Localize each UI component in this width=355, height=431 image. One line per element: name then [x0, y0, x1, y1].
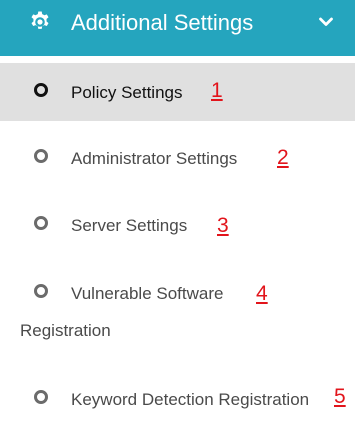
bullet-icon — [34, 216, 48, 230]
bullet-icon — [34, 83, 48, 97]
bullet-icon — [34, 390, 48, 404]
gear-icon — [31, 11, 49, 29]
bullet-icon — [34, 284, 48, 298]
menu-item-policy-settings[interactable]: Policy Settings 1 — [0, 63, 355, 121]
menu-item-keyword-detection-registration[interactable]: Keyword Detection Registration 5 — [0, 376, 355, 424]
chevron-down-icon[interactable] — [318, 14, 334, 30]
menu-item-label: Policy Settings — [71, 83, 183, 102]
additional-settings-menu: Additional Settings Policy Settings 1 Ad… — [0, 0, 355, 431]
callout-marker: 2 — [277, 146, 289, 169]
header-title: Additional Settings — [71, 10, 254, 35]
menu-item-vulnerable-software-registration[interactable]: Vulnerable Software 4 Registration — [0, 272, 355, 350]
menu-item-server-settings[interactable]: Server Settings 3 — [0, 205, 355, 249]
callout-marker: 4 — [256, 282, 268, 305]
menu-item-label: Keyword Detection Registration — [71, 390, 310, 409]
menu-item-label-continued: Registration — [20, 321, 111, 340]
menu-item-administrator-settings[interactable]: Administrator Settings 2 — [0, 138, 355, 182]
callout-marker: 3 — [217, 214, 229, 237]
callout-marker: 1 — [211, 79, 223, 102]
additional-settings-header[interactable]: Additional Settings — [0, 0, 355, 56]
menu-item-label: Server Settings — [71, 216, 188, 235]
callout-marker: 5 — [334, 385, 346, 408]
bullet-icon — [34, 149, 48, 163]
menu-item-label: Vulnerable Software — [71, 284, 224, 303]
menu-item-label: Administrator Settings — [71, 149, 238, 168]
